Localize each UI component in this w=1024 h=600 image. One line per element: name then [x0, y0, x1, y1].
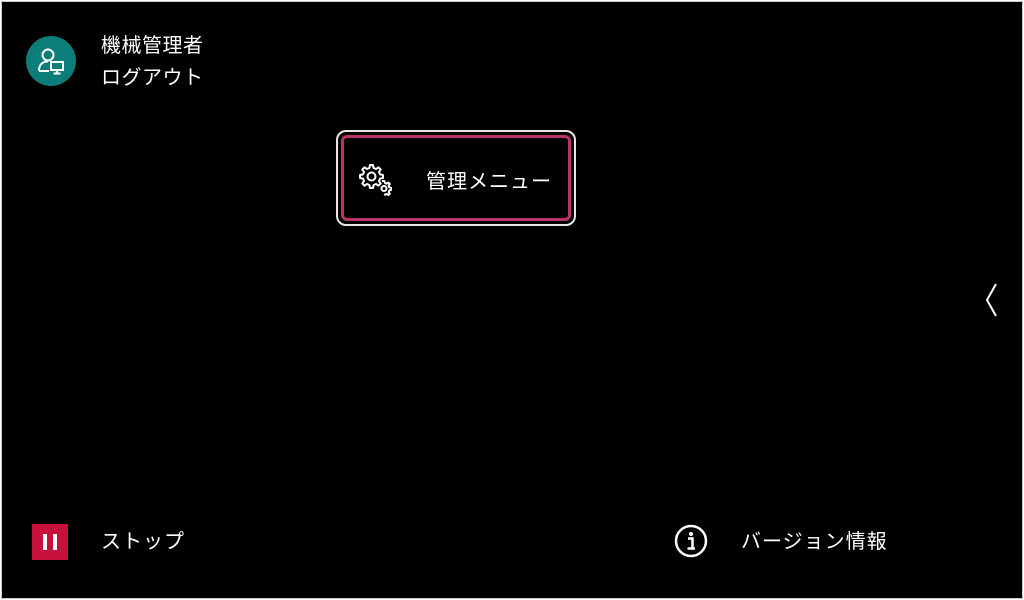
pause-icon — [32, 524, 68, 560]
admin-menu-focus-ring: 管理メニュー — [341, 135, 571, 221]
stop-button[interactable]: ストップ — [32, 522, 232, 562]
user-name: 機械管理者 — [101, 33, 204, 57]
user-avatar[interactable] — [26, 36, 76, 86]
screen: 機械管理者 ログアウト 管理メニュー ストップ バージョン情報 — [1, 1, 1023, 599]
admin-menu-label: 管理メニュー — [426, 169, 552, 193]
version-info-button[interactable]: バージョン情報 — [674, 522, 934, 562]
stop-label: ストップ — [101, 529, 185, 553]
chevron-left-icon[interactable] — [983, 282, 999, 318]
version-info-label: バージョン情報 — [741, 529, 888, 553]
logout-link[interactable]: ログアウト — [101, 64, 204, 90]
admin-menu-button[interactable]: 管理メニュー — [336, 130, 576, 226]
user-monitor-icon — [38, 48, 64, 75]
gears-icon — [359, 164, 392, 196]
info-icon — [674, 524, 708, 558]
